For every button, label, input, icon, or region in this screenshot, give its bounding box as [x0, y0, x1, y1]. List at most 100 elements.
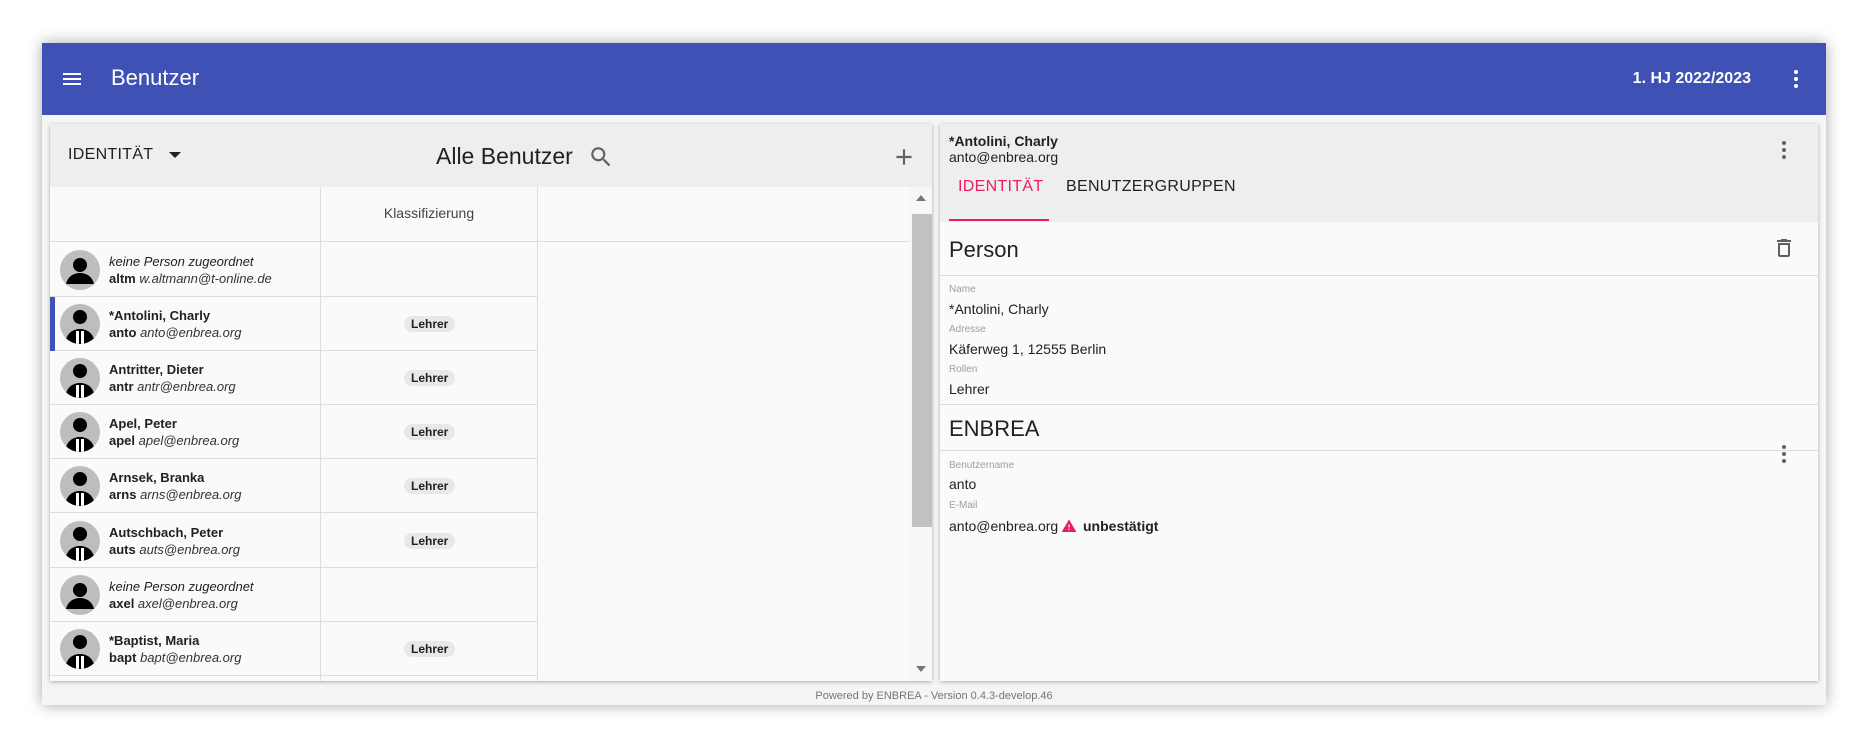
user-email: auts@enbrea.org — [135, 541, 240, 557]
table-header: Klassifizierung — [50, 187, 909, 242]
teacher-avatar-icon — [60, 466, 100, 507]
field-label-name: Name — [949, 284, 976, 295]
user-list-panel: IDENTITÄT Alle Benutzer Klassifizierung … — [50, 124, 932, 681]
footer-version: Powered by ENBREA - Version 0.4.3-develo… — [815, 690, 1053, 702]
table-row[interactable]: Autschbach, Peter auts auts@enbrea.org Leh… — [50, 514, 537, 568]
more-vert-icon[interactable] — [1772, 138, 1796, 162]
scroll-down-icon[interactable] — [916, 666, 926, 672]
table-row[interactable]: *Baptist, Maria bapt bapt@enbrea.org Lehre… — [50, 622, 537, 676]
divider — [940, 275, 1818, 276]
detail-user-email: anto@enbrea.org — [949, 149, 1059, 165]
classification-chip: Lehrer — [404, 532, 456, 549]
scrollbar[interactable] — [909, 187, 932, 681]
app-window: Benutzer 1. HJ 2022/2023 IDENTITÄT Alle … — [42, 43, 1826, 705]
user-login: arns — [109, 487, 137, 503]
user-login-email: auts auts@enbrea.org — [109, 542, 240, 557]
app-bar: Benutzer 1. HJ 2022/2023 — [42, 43, 1826, 115]
account-icon — [60, 574, 100, 615]
detail-header: *Antolini, Charly anto@enbrea.org IDENTI… — [940, 124, 1818, 222]
user-name: Antritter, Dieter — [109, 362, 204, 378]
user-email: w.altmann@t-online.de — [135, 271, 272, 286]
user-login-email: apel apel@enbrea.org — [109, 433, 239, 448]
user-table: Klassifizierung keine Person zugeordnet a… — [50, 187, 909, 681]
page-title: Benutzer — [111, 65, 200, 90]
divider — [940, 450, 1818, 451]
user-name: keine Person zugeordnet — [109, 254, 254, 269]
user-login: auts — [109, 541, 136, 557]
user-login-email: anto anto@enbrea.org — [109, 325, 241, 340]
user-email: anto@enbrea.org — [136, 325, 242, 341]
table-row[interactable]: Arnsek, Branka arns arns@enbrea.org Lehrer — [50, 459, 537, 514]
classification-chip: Lehrer — [404, 316, 456, 333]
user-login: altm — [109, 271, 136, 286]
identity-dropdown[interactable]: IDENTITÄT — [68, 146, 182, 164]
field-label-email: E-Mail — [949, 500, 978, 511]
field-value-address: Käferweg 1, 12555 Berlin — [949, 341, 1107, 357]
user-login-email: altm w.altmann@t-online.de — [109, 271, 272, 286]
table-row[interactable]: Apel, Peter apel apel@enbrea.org Lehrer — [50, 405, 537, 460]
user-email: axel@enbrea.org — [134, 595, 238, 611]
table-row[interactable]: keine Person zugeordnet axel axel@enbrea.… — [50, 568, 537, 622]
table-row[interactable]: keine Person zugeordnet altm w.altmann@t-… — [50, 243, 537, 297]
scroll-up-icon[interactable] — [916, 195, 926, 201]
teacher-avatar-icon — [60, 358, 100, 399]
classification-chip: Lehrer — [404, 640, 456, 657]
user-login: apel — [109, 433, 136, 449]
user-login: anto — [109, 325, 137, 341]
warning-icon — [1061, 519, 1077, 532]
add-icon[interactable] — [891, 144, 917, 170]
caret-down-icon — [169, 151, 182, 158]
field-value-username: anto — [949, 476, 977, 492]
classification-chip: Lehrer — [404, 478, 456, 495]
delete-icon[interactable] — [1772, 236, 1796, 260]
more-vert-icon[interactable] — [1784, 67, 1808, 91]
teacher-avatar-icon — [60, 628, 100, 669]
user-name: Arnsek, Branka — [109, 470, 205, 486]
table-row[interactable]: *Antolini, Charly anto anto@enbrea.org Leh… — [50, 297, 537, 352]
user-name: *Baptist, Maria — [109, 632, 200, 648]
user-name: keine Person zugeordnet — [109, 578, 254, 594]
list-toolbar: IDENTITÄT Alle Benutzer — [50, 124, 932, 187]
field-value-name: *Antolini, Charly — [949, 301, 1049, 317]
detail-user-name: *Antolini, Charly — [949, 133, 1058, 149]
active-tab-indicator — [949, 219, 1049, 221]
user-email: antr@enbrea.org — [133, 379, 236, 395]
teacher-avatar-icon — [60, 304, 100, 345]
list-title: Alle Benutzer — [436, 143, 573, 169]
section-title-enbrea: ENBREA — [949, 416, 1040, 441]
menu-icon[interactable] — [60, 67, 84, 91]
field-label-username: Benutzername — [949, 460, 1015, 471]
user-name: *Antolini, Charly — [109, 308, 211, 324]
tab-benutzergruppen[interactable]: BENUTZERGRUPPEN — [1066, 178, 1236, 196]
classification-chip: Lehrer — [404, 424, 456, 441]
column-header-klassifizierung[interactable]: Klassifizierung — [321, 205, 537, 221]
more-vert-icon[interactable] — [1772, 442, 1796, 466]
search-icon[interactable] — [588, 144, 614, 170]
user-login: antr — [109, 379, 134, 395]
tab-identitaet[interactable]: IDENTITÄT — [958, 178, 1043, 196]
user-email: apel@enbrea.org — [135, 433, 240, 449]
scrollbar-thumb[interactable] — [912, 214, 932, 527]
user-login-email: arns arns@enbrea.org — [109, 487, 241, 502]
field-value-roles: Lehrer — [949, 381, 990, 397]
term-selector[interactable]: 1. HJ 2022/2023 — [1633, 70, 1751, 88]
email-status-badge: unbestätigt — [1083, 518, 1159, 534]
user-login-email: bapt bapt@enbrea.org — [109, 650, 241, 665]
field-label-roles: Rollen — [949, 364, 978, 375]
section-title-person: Person — [949, 237, 1019, 262]
classification-chip: Lehrer — [404, 370, 456, 387]
user-login: axel — [109, 595, 135, 611]
field-value-email: anto@enbrea.org — [949, 518, 1059, 534]
column-divider — [537, 187, 538, 681]
user-login-email: axel axel@enbrea.org — [109, 596, 238, 611]
user-name: Autschbach, Peter — [109, 524, 224, 540]
account-icon — [60, 250, 100, 290]
user-name: Apel, Peter — [109, 416, 177, 432]
teacher-avatar-icon — [60, 412, 100, 453]
user-login: bapt — [109, 649, 137, 665]
table-row[interactable]: Antritter, Dieter antr antr@enbrea.org Leh… — [50, 351, 537, 406]
user-email: arns@enbrea.org — [136, 487, 242, 503]
identity-dropdown-label: IDENTITÄT — [68, 146, 154, 163]
user-login-email: antr antr@enbrea.org — [109, 379, 236, 394]
field-label-address: Adresse — [949, 324, 986, 335]
